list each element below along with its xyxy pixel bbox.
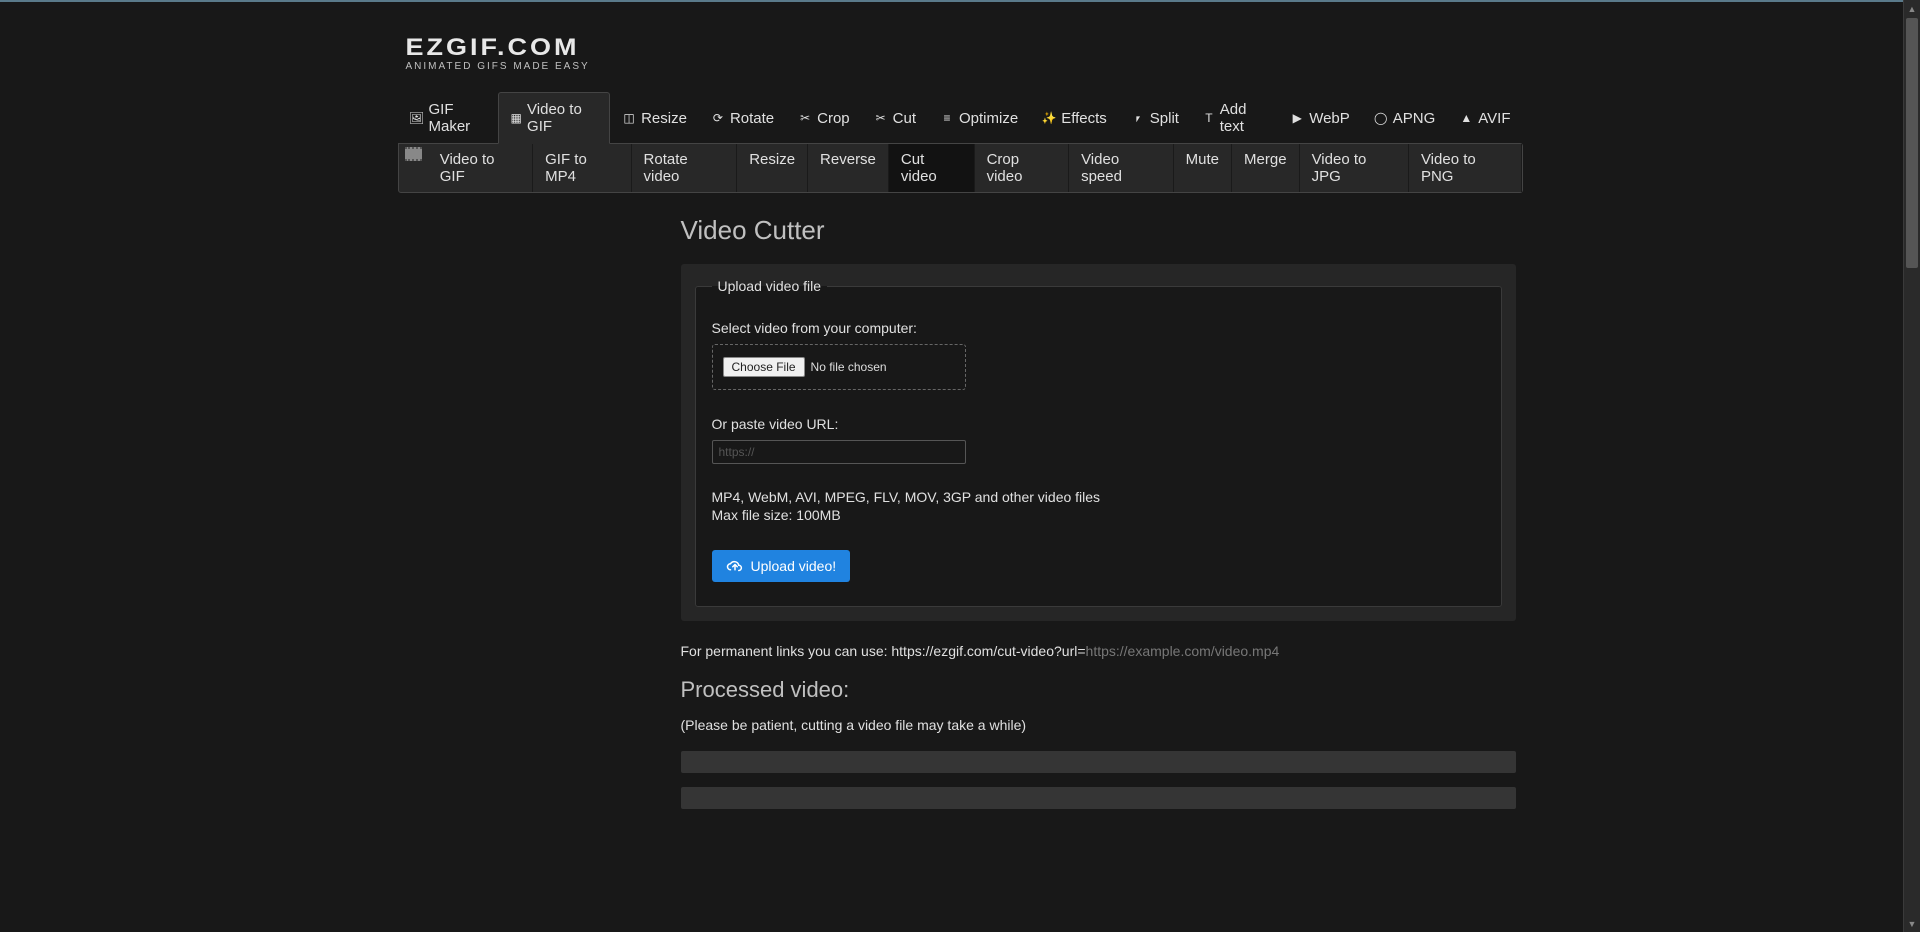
subnav-mute[interactable]: Mute <box>1174 144 1232 192</box>
subnav-merge[interactable]: Merge <box>1232 144 1300 192</box>
file-chosen-status: No file chosen <box>811 360 887 374</box>
format-hint: MP4, WebM, AVI, MPEG, FLV, MOV, 3GP and … <box>712 488 1485 524</box>
subnav-video-to-jpg[interactable]: Video to JPG <box>1300 144 1409 192</box>
subnav-gif-to-mp4[interactable]: GIF to MP4 <box>533 144 631 192</box>
scroll-down-icon[interactable]: ▼ <box>1904 915 1920 932</box>
scroll-up-icon[interactable]: ▲ <box>1904 0 1920 17</box>
patience-note: (Please be patient, cutting a video file… <box>681 717 1516 733</box>
resize-icon: ◫ <box>622 111 636 125</box>
page-title: Video Cutter <box>681 215 1516 246</box>
subnav-resize[interactable]: Resize <box>737 144 808 192</box>
nav-webp[interactable]: ▶WebP <box>1278 92 1362 144</box>
permalink-hint: For permanent links you can use: https:/… <box>681 643 1516 659</box>
upload-panel: Upload video file Select video from your… <box>681 264 1516 621</box>
subnav-video-to-png[interactable]: Video to PNG <box>1409 144 1522 192</box>
crop-icon: ✂ <box>798 111 812 125</box>
logo-title: EZGIF.COM <box>406 34 1515 62</box>
url-input[interactable] <box>712 440 966 464</box>
split-icon: ⎖ <box>1131 111 1145 125</box>
subnav-video-to-gif[interactable]: Video to GIF <box>428 144 533 192</box>
add-text-icon: T <box>1203 111 1215 125</box>
scroll-thumb[interactable] <box>1906 18 1918 268</box>
nav-gif-maker[interactable]: 🖼GIF Maker <box>398 92 499 144</box>
cloud-upload-icon <box>726 559 744 573</box>
upload-legend: Upload video file <box>712 278 828 294</box>
file-dropzone[interactable]: Choose File No file chosen <box>712 344 966 390</box>
nav-add-text[interactable]: TAdd text <box>1191 92 1278 144</box>
nav-apng[interactable]: ◯APNG <box>1362 92 1448 144</box>
subnav-cut-video[interactable]: Cut video <box>889 144 975 192</box>
select-file-label: Select video from your computer: <box>712 320 1485 336</box>
video-to-gif-icon: ▦ <box>510 111 522 125</box>
subnav-reverse[interactable]: Reverse <box>808 144 889 192</box>
subnav-rotate-video[interactable]: Rotate video <box>632 144 738 192</box>
nav-split[interactable]: ⎖Split <box>1119 92 1191 144</box>
cut-icon: ✂ <box>874 111 888 125</box>
subnav-crop-video[interactable]: Crop video <box>975 144 1069 192</box>
nav-rotate[interactable]: ⟳Rotate <box>699 92 786 144</box>
webp-icon: ▶ <box>1290 111 1304 125</box>
nav-effects[interactable]: ✨Effects <box>1030 92 1119 144</box>
primary-nav: 🖼GIF Maker▦Video to GIF◫Resize⟳Rotate✂Cr… <box>398 92 1523 144</box>
subnav-video-speed[interactable]: Video speed <box>1069 144 1174 192</box>
upload-button[interactable]: Upload video! <box>712 550 851 582</box>
nav-crop[interactable]: ✂Crop <box>786 92 862 144</box>
film-icon <box>405 147 422 161</box>
rotate-icon: ⟳ <box>711 111 725 125</box>
apng-icon: ◯ <box>1374 111 1388 125</box>
url-label: Or paste video URL: <box>712 416 1485 432</box>
choose-file-button[interactable]: Choose File <box>723 357 805 377</box>
result-placeholder-1 <box>681 751 1516 773</box>
gif-maker-icon: 🖼 <box>410 111 424 125</box>
avif-icon: ▲ <box>1459 111 1473 125</box>
nav-cut[interactable]: ✂Cut <box>862 92 928 144</box>
vertical-scrollbar[interactable]: ▲ ▼ <box>1903 0 1920 932</box>
nav-video-to-gif[interactable]: ▦Video to GIF <box>498 92 610 144</box>
nav-resize[interactable]: ◫Resize <box>610 92 699 144</box>
nav-optimize[interactable]: ≡Optimize <box>928 92 1030 144</box>
optimize-icon: ≡ <box>940 111 954 125</box>
site-logo[interactable]: EZGIF.COM ANIMATED GIFS MADE EASY <box>398 2 1523 92</box>
upload-fieldset: Upload video file Select video from your… <box>695 278 1502 607</box>
processed-heading: Processed video: <box>681 677 1516 703</box>
nav-avif[interactable]: ▲AVIF <box>1447 92 1522 144</box>
secondary-nav: Video to GIFGIF to MP4Rotate videoResize… <box>398 143 1523 193</box>
effects-icon: ✨ <box>1042 111 1056 125</box>
result-placeholder-2 <box>681 787 1516 809</box>
logo-subtitle: ANIMATED GIFS MADE EASY <box>406 61 1515 72</box>
